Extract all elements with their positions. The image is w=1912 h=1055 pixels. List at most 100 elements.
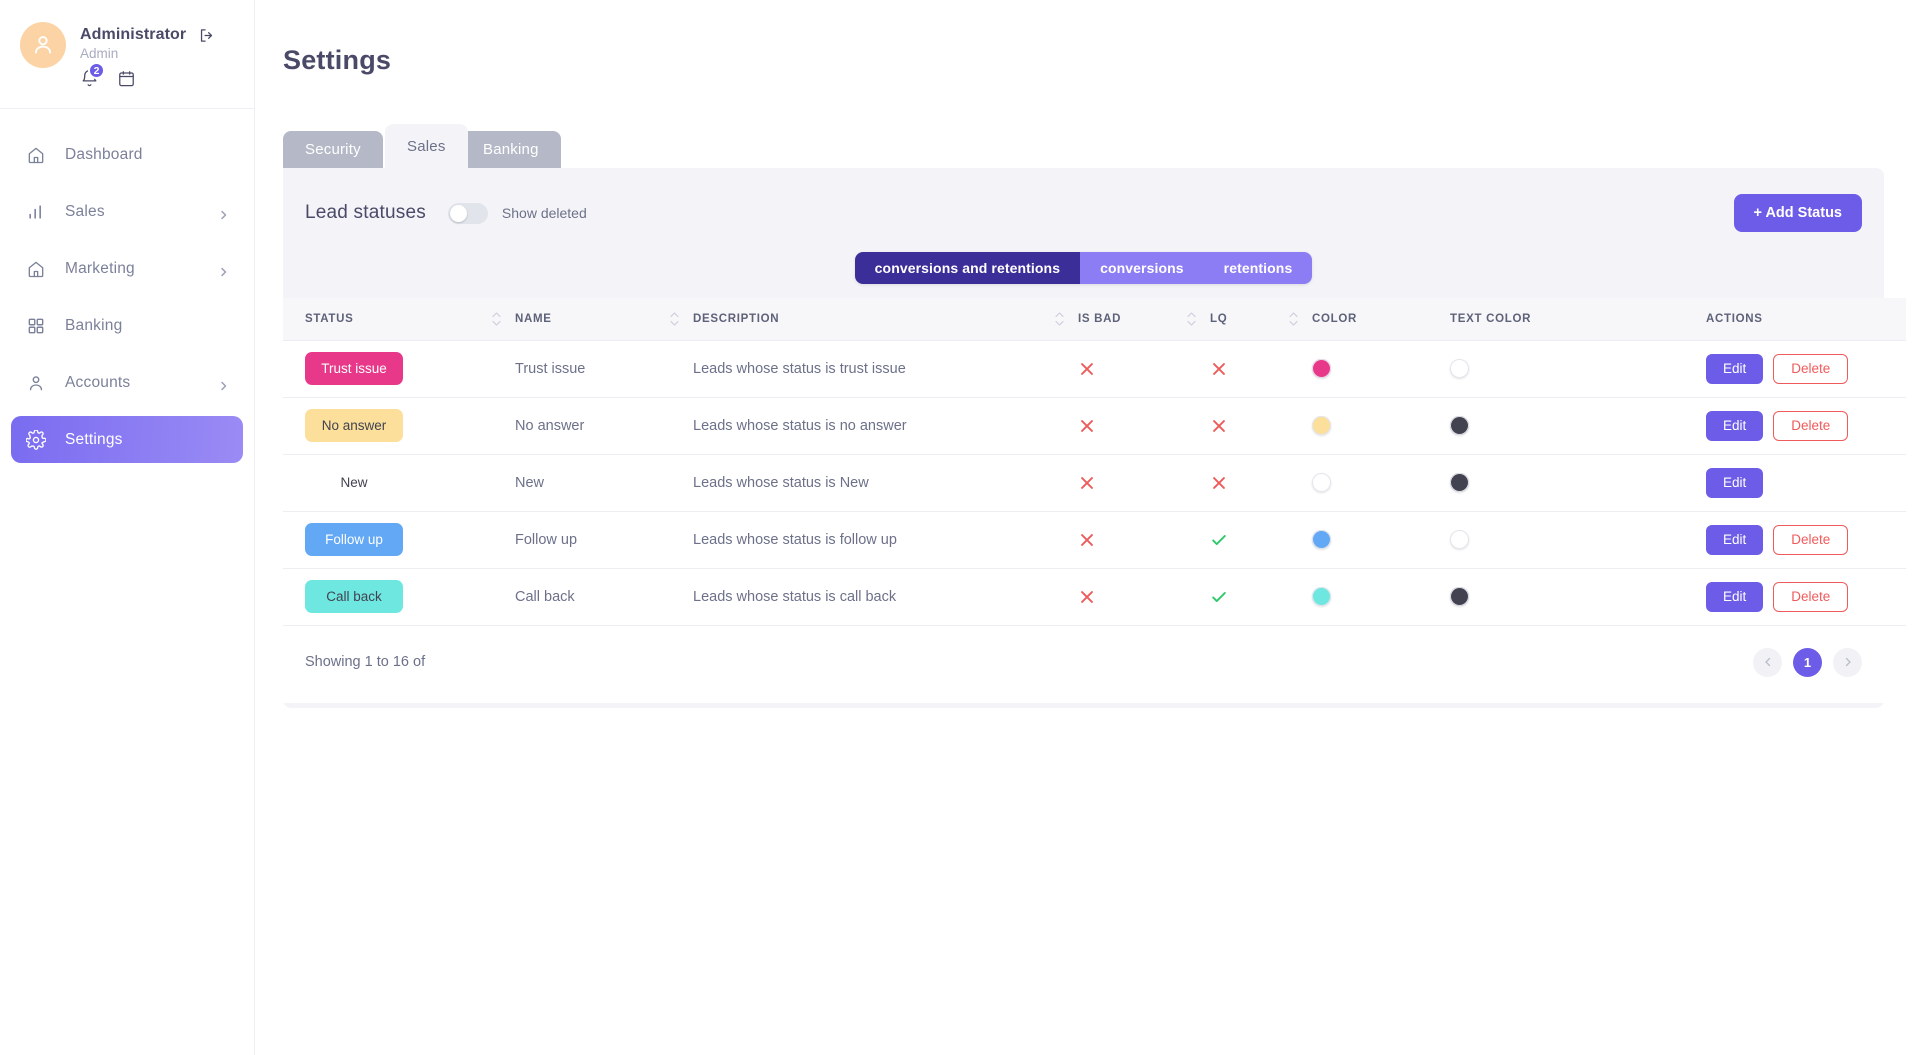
add-status-button[interactable]: + Add Status (1733, 194, 1862, 232)
status-badge: No answer (305, 409, 403, 442)
cell-description: Leads whose status is trust issue (693, 360, 906, 377)
sidebar-item-label: Accounts (65, 373, 131, 391)
tab-security[interactable]: Security (283, 131, 383, 168)
tab-sales[interactable]: Sales (385, 124, 468, 168)
cell-color (1312, 397, 1450, 454)
tab-banking[interactable]: Banking (461, 131, 561, 168)
delete-button[interactable]: Delete (1773, 524, 1849, 555)
sidebar-item-settings[interactable]: Settings (11, 416, 243, 463)
check-icon (1212, 591, 1226, 602)
segment-conversions[interactable]: conversions (1080, 252, 1204, 284)
cell-actions: Edit Delete (1706, 397, 1906, 454)
text-color-swatch[interactable] (1450, 359, 1469, 378)
lead-statuses-table-wrap: STATUS NAME DESCRIPTION IS BAD LQ COLOR … (283, 298, 1906, 703)
color-swatch[interactable] (1312, 359, 1331, 378)
color-swatch[interactable] (1312, 416, 1331, 435)
sidebar-item-accounts[interactable]: Accounts (11, 359, 243, 406)
column-header-text-color: TEXT COLOR (1450, 298, 1706, 341)
calendar-icon[interactable] (117, 69, 136, 88)
column-label: COLOR (1312, 312, 1358, 325)
chevron-right-icon (219, 207, 229, 219)
delete-button[interactable]: Delete (1773, 581, 1849, 612)
table-row: New New Leads whose status is New Edit (283, 454, 1906, 511)
sort-icon[interactable] (670, 312, 679, 326)
sidebar-item-label: Sales (65, 202, 105, 220)
sidebar-item-marketing[interactable]: Marketing (11, 245, 243, 292)
table-row: Follow up Follow up Leads whose status is … (283, 511, 1906, 568)
bell-icon[interactable]: 2 (80, 62, 105, 88)
cell-is-bad (1078, 568, 1210, 625)
column-header-name[interactable]: NAME (515, 298, 693, 341)
color-swatch[interactable] (1312, 530, 1331, 549)
edit-button[interactable]: Edit (1706, 410, 1764, 441)
pagination-next-button[interactable] (1833, 647, 1862, 677)
sidebar-nav: Dashboard Sales Marketing Banking Accoun… (0, 109, 254, 463)
cell-actions: Edit Delete (1706, 511, 1906, 568)
cell-description: Leads whose status is New (693, 474, 869, 491)
cross-icon (1213, 476, 1225, 489)
grid-icon (25, 315, 47, 337)
column-header-lq[interactable]: LQ (1210, 298, 1312, 341)
cell-name: Call back (515, 588, 575, 605)
sidebar-item-banking[interactable]: Banking (11, 302, 243, 349)
pagination-prev-button[interactable] (1753, 647, 1782, 677)
lead-statuses-table: STATUS NAME DESCRIPTION IS BAD LQ COLOR … (283, 298, 1906, 626)
column-label: NAME (515, 312, 552, 325)
sort-icon[interactable] (1055, 312, 1064, 326)
segment-retentions[interactable]: retentions (1203, 252, 1313, 284)
text-color-swatch[interactable] (1450, 530, 1469, 549)
column-header-actions: ACTIONS (1706, 298, 1906, 341)
cell-status: Follow up (283, 511, 515, 568)
cell-lq (1210, 511, 1312, 568)
sidebar-item-label: Settings (65, 430, 123, 448)
segment-conversions-and-retentions[interactable]: conversions and retentions (854, 252, 1081, 284)
delete-button[interactable]: Delete (1773, 353, 1849, 384)
sort-icon[interactable] (1187, 312, 1196, 326)
show-deleted-toggle[interactable] (447, 202, 488, 224)
profile-info: Administrator Admin 2 (80, 22, 215, 88)
sidebar-item-sales[interactable]: Sales (11, 188, 243, 235)
table-head: STATUS NAME DESCRIPTION IS BAD LQ COLOR … (283, 298, 1906, 341)
cell-is-bad (1078, 397, 1210, 454)
show-deleted-label: Show deleted (501, 205, 587, 221)
cell-status: Trust issue (283, 340, 515, 397)
logout-icon[interactable] (198, 27, 215, 44)
status-badge: Call back (305, 580, 403, 613)
pagination: 1 (1753, 647, 1862, 677)
status-badge: New (305, 466, 403, 499)
edit-button[interactable]: Edit (1706, 581, 1764, 612)
profile-name: Administrator (80, 26, 187, 43)
column-label: TEXT COLOR (1450, 312, 1532, 325)
color-swatch[interactable] (1312, 587, 1331, 606)
cross-icon (1081, 476, 1093, 489)
edit-button[interactable]: Edit (1706, 467, 1764, 498)
edit-button[interactable]: Edit (1706, 524, 1764, 555)
cell-lq (1210, 397, 1312, 454)
chevron-right-icon (1845, 657, 1851, 667)
cell-status: Call back (283, 568, 515, 625)
sort-icon[interactable] (1289, 312, 1298, 326)
column-header-status[interactable]: STATUS (283, 298, 515, 341)
text-color-swatch[interactable] (1450, 416, 1469, 435)
column-header-description[interactable]: DESCRIPTION (693, 298, 1078, 341)
pagination-page-1[interactable]: 1 (1793, 647, 1822, 677)
user-avatar-icon (35, 36, 51, 54)
color-swatch[interactable] (1312, 473, 1331, 492)
cell-description: Leads whose status is call back (693, 588, 897, 605)
sort-icon[interactable] (492, 312, 501, 326)
chevron-right-icon (219, 264, 229, 276)
edit-button[interactable]: Edit (1706, 353, 1764, 384)
column-header-is-bad[interactable]: IS BAD (1078, 298, 1210, 341)
text-color-swatch[interactable] (1450, 587, 1469, 606)
column-label: IS BAD (1078, 312, 1122, 325)
text-color-swatch[interactable] (1450, 473, 1469, 492)
cross-icon (1081, 533, 1093, 546)
check-icon (1212, 534, 1226, 545)
cell-color (1312, 568, 1450, 625)
cell-name: Trust issue (515, 360, 586, 377)
column-label: STATUS (305, 312, 354, 325)
panel-title: Lead statuses (305, 202, 426, 223)
sidebar-item-label: Banking (65, 316, 123, 334)
delete-button[interactable]: Delete (1773, 410, 1849, 441)
sidebar-item-dashboard[interactable]: Dashboard (11, 131, 243, 178)
